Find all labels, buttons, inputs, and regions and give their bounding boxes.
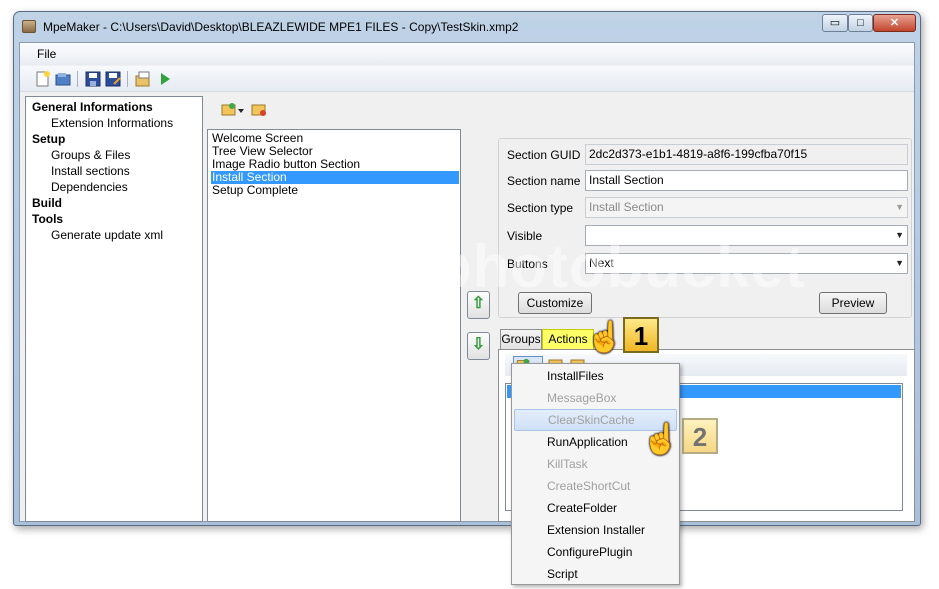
visible-label: Visible	[507, 229, 543, 243]
chevron-down-icon: ▼	[895, 202, 904, 212]
tab-groups[interactable]: Groups	[500, 329, 542, 350]
tree-item-groups-files[interactable]: Groups & Files	[51, 148, 130, 162]
chevron-down-icon: ▼	[895, 230, 904, 240]
tree-item-extension-informations[interactable]: Extension Informations	[51, 116, 173, 130]
app-icon	[22, 20, 36, 33]
buttons-select[interactable]: Next ▼	[585, 253, 908, 274]
menu-item-createfolder[interactable]: CreateFolder	[514, 497, 677, 519]
section-name-field[interactable]: Install Section	[585, 170, 908, 191]
minimize-button[interactable]: ▭	[822, 14, 848, 32]
menu-item-script[interactable]: Script	[514, 563, 677, 585]
arrow-up-icon: ⇧	[471, 295, 486, 312]
add-section-icon[interactable]	[220, 101, 246, 119]
remove-section-icon[interactable]	[250, 101, 268, 119]
open-icon[interactable]	[54, 70, 72, 88]
toolbar-separator	[127, 71, 128, 87]
client-area: File General Informations Extension Info…	[19, 42, 915, 522]
menu-item-extension-installer[interactable]: Extension Installer	[514, 519, 677, 541]
tree-item-setup[interactable]: Setup	[32, 132, 65, 146]
buttons-label: Buttons	[507, 257, 548, 271]
visible-select[interactable]: ▼	[585, 225, 908, 246]
save-icon[interactable]	[84, 70, 102, 88]
chevron-down-icon: ▼	[895, 258, 904, 268]
customize-button[interactable]: Customize	[518, 292, 592, 314]
move-down-button[interactable]: ⇩	[467, 332, 490, 360]
maximize-button[interactable]: □	[848, 14, 873, 32]
maximize-icon: □	[857, 17, 864, 29]
new-icon[interactable]	[34, 70, 52, 88]
hand-cursor-icon: ☝	[586, 321, 624, 354]
tree-item-general-informations[interactable]: General Informations	[32, 100, 153, 114]
minimize-icon: ▭	[829, 17, 841, 29]
tree-item-tools[interactable]: Tools	[32, 212, 63, 226]
callout-step-2: 2	[682, 418, 718, 454]
save-as-icon[interactable]	[104, 70, 122, 88]
title-bar[interactable]: MpeMaker - C:\Users\David\Desktop\BLEAZL…	[14, 12, 920, 42]
menu-bar: File	[20, 43, 914, 65]
section-details-panel: Section GUID 2dc2d373-e1b1-4819-a8f6-199…	[498, 138, 912, 318]
move-up-button[interactable]: ⇧	[467, 291, 490, 319]
guid-field[interactable]: 2dc2d373-e1b1-4819-a8f6-199cfba70f15	[585, 144, 908, 165]
main-toolbar	[20, 66, 914, 92]
run-icon[interactable]	[156, 70, 174, 88]
sections-list[interactable]: Welcome Screen Tree View Selector Image …	[207, 129, 461, 522]
tree-item-dependencies[interactable]: Dependencies	[51, 180, 128, 194]
window-title: MpeMaker - C:\Users\David\Desktop\BLEAZL…	[43, 20, 519, 34]
pack-icon[interactable]	[134, 70, 152, 88]
tree-item-build[interactable]: Build	[32, 196, 62, 210]
menu-file[interactable]: File	[37, 47, 56, 61]
navigation-tree: General Informations Extension Informati…	[25, 96, 203, 522]
callout-step-1: 1	[623, 317, 659, 353]
add-action-context-menu: InstallFiles MessageBox ClearSkinCache R…	[511, 363, 680, 585]
main-window: MpeMaker - C:\Users\David\Desktop\BLEAZL…	[13, 11, 921, 526]
section-type-value: Install Section	[589, 200, 664, 214]
menu-item-createshortcut: CreateShortCut	[547, 479, 631, 493]
close-button[interactable]: ✕	[873, 14, 916, 32]
hand-cursor-icon: ☝	[642, 423, 680, 456]
section-name-label: Section name	[507, 174, 581, 188]
menu-item-installfiles[interactable]: InstallFiles	[514, 365, 677, 387]
list-item[interactable]: Setup Complete	[211, 184, 459, 197]
section-type-select: Install Section ▼	[585, 197, 908, 218]
section-type-label: Section type	[507, 201, 574, 215]
preview-button[interactable]: Preview	[819, 292, 887, 314]
menu-item-messagebox: MessageBox	[547, 391, 617, 405]
tree-item-install-sections[interactable]: Install sections	[51, 164, 130, 178]
guid-label: Section GUID	[507, 148, 581, 162]
close-icon: ✕	[889, 17, 900, 29]
buttons-value: Next	[589, 256, 614, 270]
menu-item-configureplugin[interactable]: ConfigurePlugin	[514, 541, 677, 563]
toolbar-separator	[77, 71, 78, 87]
tree-item-generate-update-xml[interactable]: Generate update xml	[51, 228, 163, 242]
arrow-down-icon: ⇩	[471, 336, 486, 353]
